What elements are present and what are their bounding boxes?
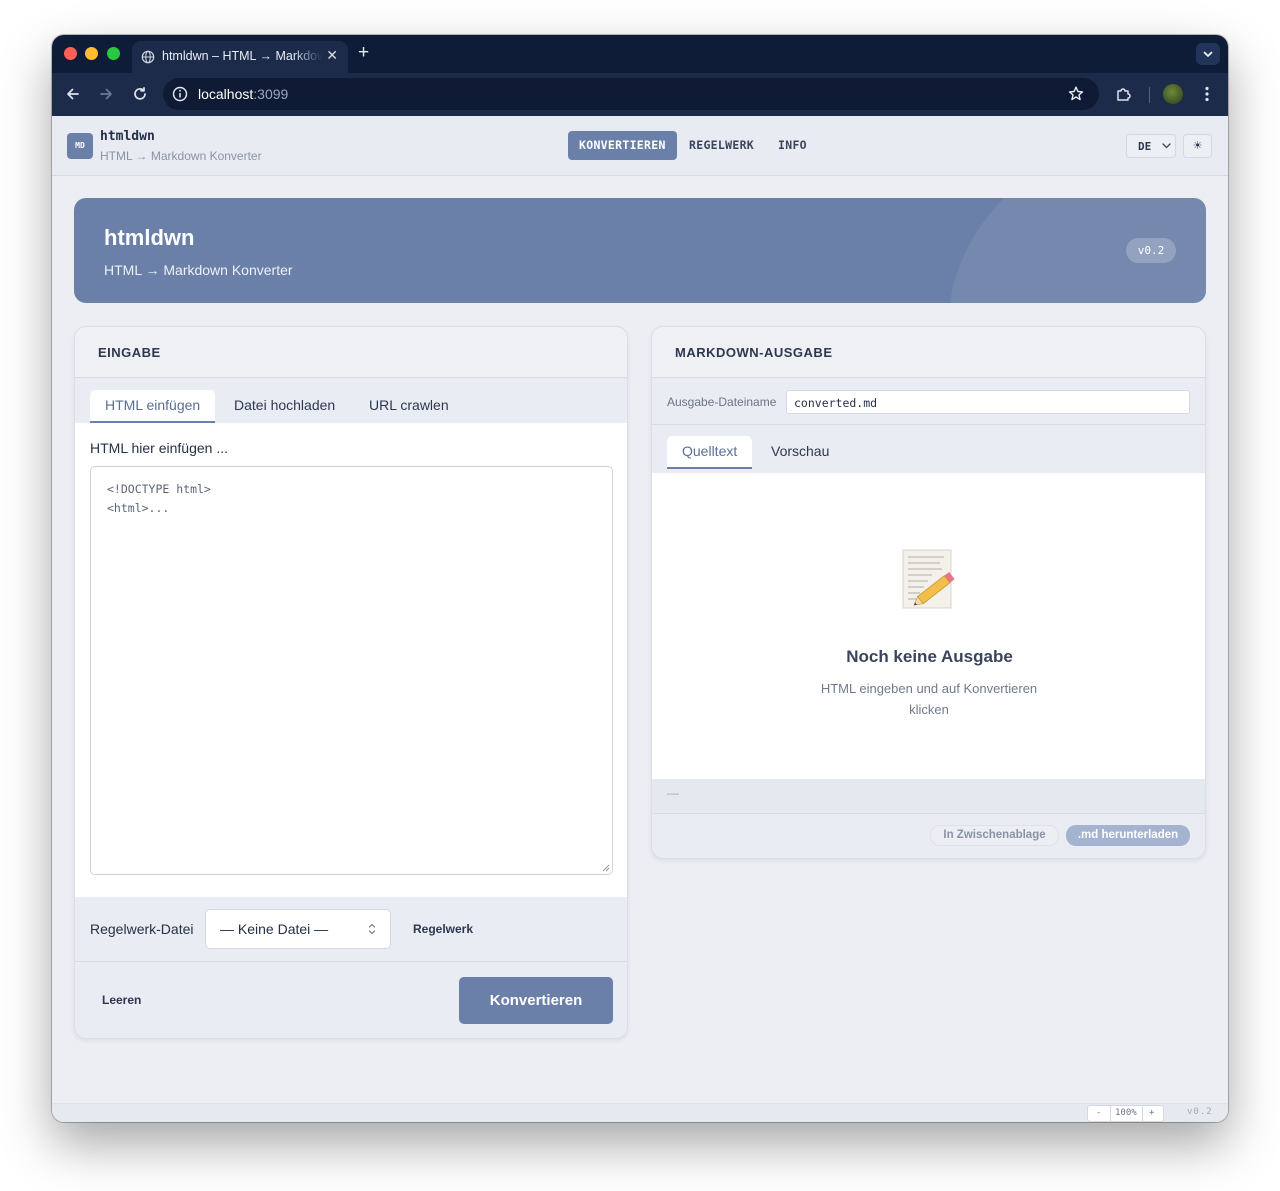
nav-info[interactable]: INFO <box>778 131 807 160</box>
zoom-control: - 100% + <box>1087 1105 1164 1122</box>
browser-window: htmldwn – HTML → Markdown Konverter ✕ + <box>52 35 1228 1122</box>
select-updown-icon <box>368 923 376 935</box>
tab-datei-hochladen[interactable]: Datei hochladen <box>234 390 335 423</box>
version-badge: v0.2 <box>1126 238 1176 263</box>
forward-arrow-icon[interactable] <box>97 85 115 103</box>
brand-subtitle: HTML → Markdown Konverter <box>100 149 262 163</box>
close-window-button[interactable] <box>64 47 77 60</box>
clear-button[interactable]: Leeren <box>102 993 141 1007</box>
hero-title: htmldwn <box>104 225 195 250</box>
empty-state-title: Noch keine Ausgabe <box>846 647 1013 666</box>
browser-tab-active[interactable]: htmldwn – HTML → Markdown Konverter ✕ <box>132 41 348 73</box>
reload-icon[interactable] <box>131 85 149 103</box>
browser-toolbar: localhost:3099 <box>52 73 1228 116</box>
convert-button[interactable]: Konvertieren <box>459 977 613 1024</box>
filename-row: Ausgabe-Dateiname converted.md <box>652 379 1205 425</box>
rules-link-button[interactable]: Regelwerk <box>413 922 473 936</box>
output-status-text: — <box>667 786 679 800</box>
tab-html-einfuegen[interactable]: HTML einfügen <box>90 390 216 423</box>
resize-grip-icon[interactable] <box>601 863 610 872</box>
output-status-bar: — <box>652 779 1205 814</box>
theme-toggle-button[interactable]: ☀ <box>1183 134 1212 158</box>
maximize-window-button[interactable] <box>107 47 120 60</box>
html-textarea[interactable]: <!DOCTYPE html> <html>... <box>90 466 613 875</box>
input-panel-title: EINGABE <box>98 345 161 360</box>
app-footer: - 100% + v0.2 <box>52 1103 1228 1122</box>
copy-to-clipboard-button[interactable]: In Zwischenablage <box>930 825 1059 846</box>
empty-state-subtitle: HTML eingeben und auf Konvertieren klick… <box>820 681 1038 717</box>
footer-version: v0.2 <box>1187 1107 1213 1117</box>
app-root: MD htmldwn HTML → Markdown Konverter KON… <box>52 116 1228 1122</box>
language-select[interactable]: DE <box>1126 134 1176 158</box>
zoom-level: 100% <box>1115 1108 1137 1118</box>
memo-pencil-icon <box>902 549 955 609</box>
back-arrow-icon[interactable] <box>64 85 82 103</box>
chevron-down-icon <box>1203 51 1213 57</box>
close-tab-icon[interactable]: ✕ <box>326 47 338 64</box>
tab-url-crawlen[interactable]: URL crawlen <box>369 390 449 423</box>
extensions-puzzle-icon[interactable] <box>1115 85 1133 103</box>
tab-vorschau[interactable]: Vorschau <box>771 436 829 469</box>
input-panel-header: EINGABE <box>75 327 627 378</box>
output-panel-title: MARKDOWN-AUSGABE <box>675 345 833 360</box>
hero-subtitle: HTML → Markdown Konverter <box>104 262 293 278</box>
url-text: localhost:3099 <box>198 86 289 102</box>
minimize-window-button[interactable] <box>85 47 98 60</box>
input-panel: EINGABE HTML einfügen Datei hochladen UR… <box>74 326 628 1039</box>
nav-konvertieren[interactable]: KONVERTIEREN <box>568 131 677 160</box>
zoom-out-button[interactable]: - <box>1096 1108 1101 1118</box>
output-panel-header: MARKDOWN-AUSGABE <box>652 327 1205 378</box>
tab-search-button[interactable] <box>1196 43 1220 65</box>
textarea-placeholder: <!DOCTYPE html> <html>... <box>107 482 211 515</box>
address-bar[interactable]: localhost:3099 <box>163 78 1099 110</box>
zoom-divider <box>1110 1106 1111 1121</box>
brand-name: htmldwn <box>100 129 155 144</box>
browser-tab-title: htmldwn – HTML → Markdown Konverter <box>162 49 322 63</box>
toolbar-divider <box>1149 87 1150 103</box>
output-tabs: Quelltext Vorschau <box>652 425 1205 470</box>
new-tab-button[interactable]: + <box>358 43 369 63</box>
app-header: MD htmldwn HTML → Markdown Konverter KON… <box>52 116 1228 176</box>
zoom-in-button[interactable]: + <box>1149 1108 1154 1118</box>
filename-label: Ausgabe-Dateiname <box>667 395 777 409</box>
output-content: Noch keine Ausgabe HTML eingeben und auf… <box>652 473 1205 779</box>
zoom-divider <box>1142 1106 1143 1121</box>
profile-avatar[interactable] <box>1163 84 1183 104</box>
nav-regelwerk[interactable]: REGELWERK <box>689 131 754 160</box>
input-tab-content: HTML hier einfügen ... <!DOCTYPE html> <… <box>75 423 627 897</box>
filename-input[interactable]: converted.md <box>786 390 1190 414</box>
html-input-label: HTML hier einfügen ... <box>90 440 228 456</box>
browser-tabstrip: htmldwn – HTML → Markdown Konverter ✕ + <box>52 35 1228 73</box>
download-md-button[interactable]: .md herunterladen <box>1066 825 1190 846</box>
sun-icon: ☀ <box>1192 140 1203 152</box>
rules-file-select[interactable]: — Keine Datei — <box>205 909 391 949</box>
site-info-icon[interactable] <box>172 86 188 102</box>
app-logo[interactable]: MD <box>67 133 93 159</box>
more-vertical-icon[interactable] <box>1199 85 1215 103</box>
panel-divider <box>75 961 627 962</box>
rules-file-label: Regelwerk-Datei <box>90 921 194 937</box>
tab-quelltext[interactable]: Quelltext <box>667 436 753 469</box>
globe-icon <box>141 50 155 64</box>
chevron-down-icon <box>1162 143 1171 149</box>
input-tabs: HTML einfügen Datei hochladen URL crawle… <box>75 379 627 424</box>
bookmark-star-icon[interactable] <box>1067 85 1085 103</box>
output-panel: MARKDOWN-AUSGABE Ausgabe-Dateiname conve… <box>651 326 1206 859</box>
hero-banner: htmldwn HTML → Markdown Konverter v0.2 <box>74 198 1206 303</box>
